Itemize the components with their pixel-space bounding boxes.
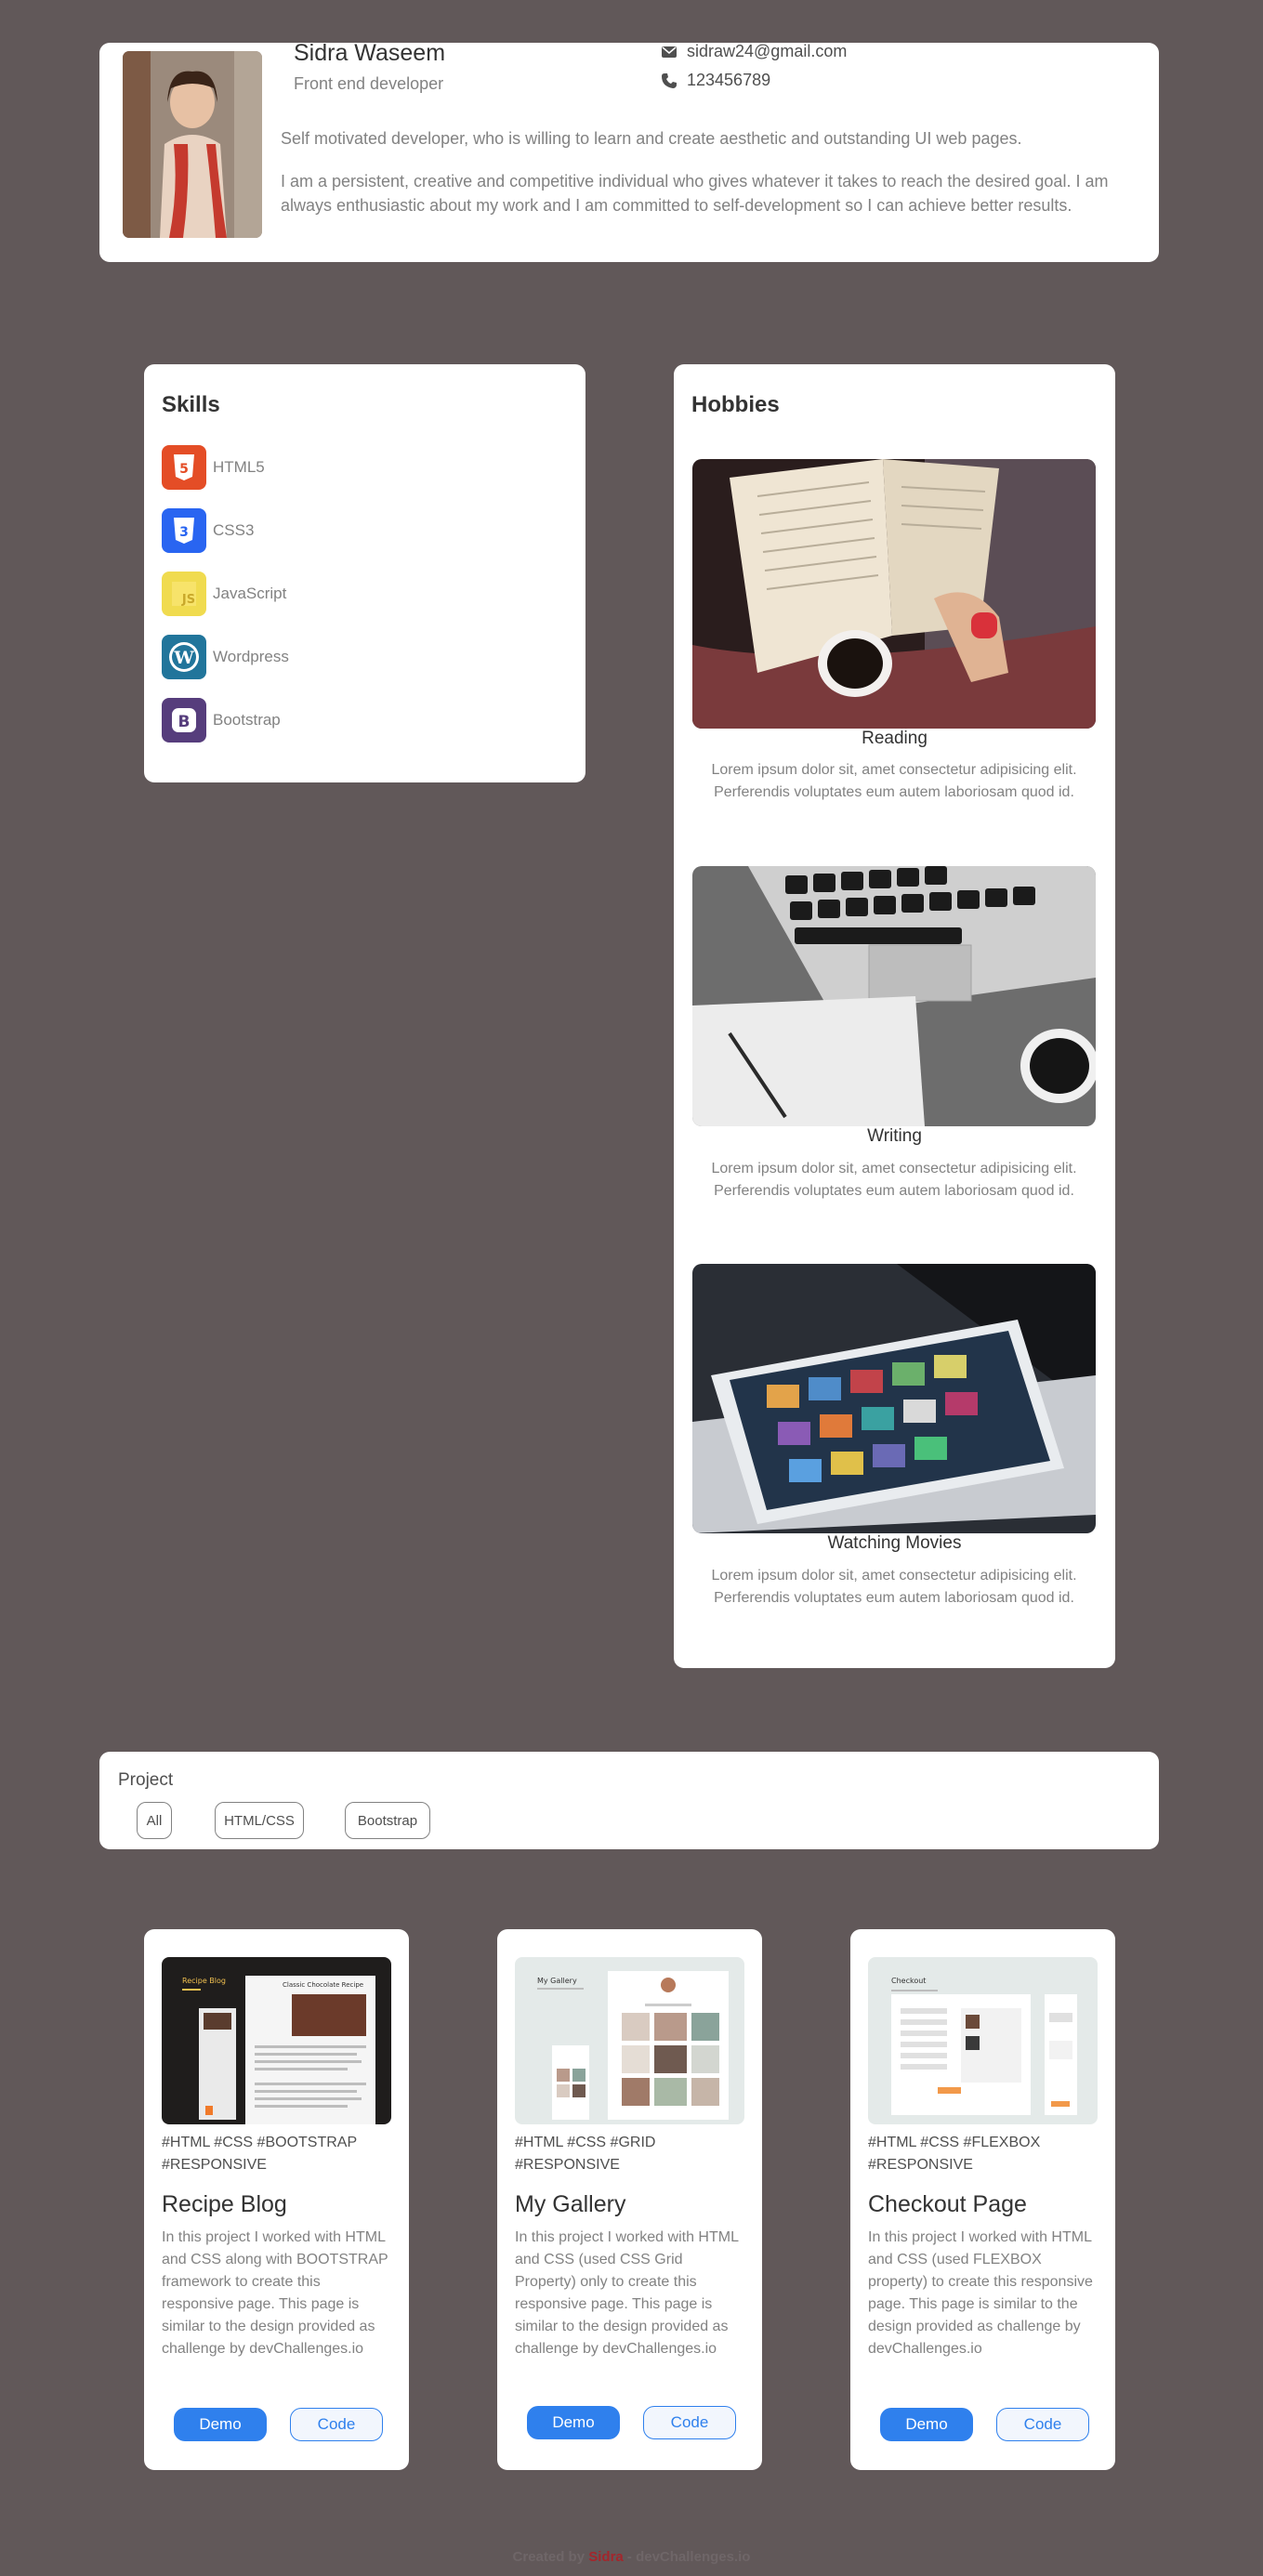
- project-title: My Gallery: [515, 2191, 626, 2217]
- html5-icon: 5: [162, 445, 206, 490]
- bootstrap-icon: B: [162, 698, 206, 743]
- svg-text:3: 3: [179, 525, 189, 540]
- project-title: Recipe Blog: [162, 2191, 287, 2217]
- skills-title: Skills: [162, 392, 220, 417]
- skill-css3: 3 CSS3: [162, 508, 254, 553]
- javascript-icon: JS: [162, 572, 206, 616]
- code-button[interactable]: Code: [290, 2408, 383, 2441]
- project-tags: #HTML #CSS #FLEXBOX #RESPONSIVE: [868, 2135, 1041, 2173]
- project-filter-card: Project All HTML/CSS Bootstrap: [99, 1752, 1159, 1849]
- skill-label: CSS3: [213, 521, 255, 539]
- skill-label: Wordpress: [213, 648, 289, 665]
- svg-text:B: B: [178, 713, 191, 731]
- project-tags: #HTML #CSS #BOOTSTRAP #RESPONSIVE: [162, 2135, 357, 2173]
- hobby-text-writing: Lorem ipsum dolor sit, amet consectetur …: [711, 1161, 1077, 1199]
- skills-card: Skills 5 HTML5 3 CSS3 JS JavaScript W Wo…: [144, 364, 585, 782]
- project-description: In this project I worked with HTML and C…: [515, 2229, 739, 2357]
- demo-button[interactable]: Demo: [880, 2408, 973, 2441]
- hobbies-card: Hobbies Reading Lorem ipsum dolor sit, a…: [674, 364, 1115, 1668]
- svg-text:JS: JS: [181, 593, 195, 607]
- filter-bootstrap-button[interactable]: Bootstrap: [345, 1802, 430, 1839]
- writing-image: [692, 866, 1096, 1126]
- my-gallery-thumbnail: My Gallery: [515, 1957, 744, 2124]
- hobby-text-reading: Lorem ipsum dolor sit, amet consectetur …: [711, 762, 1077, 800]
- hobby-title-watching-movies: Watching Movies: [827, 1533, 962, 1553]
- code-button[interactable]: Code: [643, 2406, 736, 2439]
- phone-text: 123456789: [687, 71, 771, 89]
- checkout-page-thumbnail: Checkout: [868, 1957, 1098, 2124]
- profile-role: Front end developer: [294, 74, 444, 93]
- project-title: Checkout Page: [868, 2191, 1027, 2217]
- filter-all-button[interactable]: All: [137, 1802, 172, 1839]
- wordpress-icon: W: [162, 635, 206, 679]
- filter-html-css-button[interactable]: HTML/CSS: [215, 1802, 304, 1839]
- envelope-icon: [662, 46, 677, 58]
- email-text: sidraw24@gmail.com: [687, 42, 848, 60]
- hobby-text-watching-movies: Lorem ipsum dolor sit, amet consectetur …: [711, 1568, 1077, 1606]
- watching-movies-image: [692, 1264, 1096, 1533]
- project-tags: #HTML #CSS #GRID #RESPONSIVE: [515, 2135, 656, 2173]
- project-card-checkout-page: Checkout #HTML #CSS #FLEXBOX #RESPONSIVE…: [850, 1929, 1115, 2470]
- css3-icon: 3: [162, 508, 206, 553]
- thumb-recipe-heading: Recipe Blog: [182, 1977, 226, 1985]
- demo-button[interactable]: Demo: [174, 2408, 267, 2441]
- svg-text:W: W: [173, 648, 194, 668]
- skill-html5: 5 HTML5: [162, 445, 265, 490]
- skill-label: JavaScript: [213, 585, 287, 602]
- demo-button[interactable]: Demo: [527, 2406, 620, 2439]
- recipe-blog-thumbnail: Recipe Blog Classic Chocolate Recipe: [162, 1957, 391, 2124]
- email-contact[interactable]: sidraw24@gmail.com: [661, 42, 847, 61]
- hobby-title-reading: Reading: [862, 729, 928, 748]
- phone-icon: [662, 72, 677, 88]
- avatar: [123, 51, 262, 238]
- profile-bio-long: I am a persistent, creative and competit…: [281, 172, 1109, 215]
- profile-name: Sidra Waseem: [294, 40, 446, 66]
- footer-suffix: - devChallenges.io: [626, 2549, 751, 2565]
- project-description: In this project I worked with HTML and C…: [868, 2229, 1093, 2357]
- svg-text:5: 5: [179, 462, 189, 477]
- phone-contact[interactable]: 123456789: [661, 71, 770, 90]
- profile-card: Sidra Waseem Front end developer sidraw2…: [99, 40, 1159, 262]
- reading-image: [692, 459, 1096, 729]
- project-description: In this project I worked with HTML and C…: [162, 2229, 388, 2357]
- skill-bootstrap: B Bootstrap: [162, 698, 281, 743]
- hobbies-title: Hobbies: [691, 392, 780, 417]
- thumb-recipe-article: Classic Chocolate Recipe: [283, 1981, 363, 1989]
- skill-javascript: JS JavaScript: [162, 572, 286, 616]
- code-button[interactable]: Code: [996, 2408, 1089, 2441]
- skill-label: Bootstrap: [213, 711, 281, 729]
- hobby-title-writing: Writing: [867, 1126, 922, 1146]
- footer: Created by Sidra - devChallenges.io: [0, 2549, 1263, 2565]
- skill-label: HTML5: [213, 458, 265, 476]
- project-filter-label: Project: [118, 1770, 174, 1790]
- skill-wordpress: W Wordpress: [162, 635, 289, 679]
- footer-author-link[interactable]: Sidra: [588, 2549, 624, 2565]
- thumb-checkout-heading: Checkout: [891, 1977, 926, 1985]
- thumb-gallery-heading: My Gallery: [537, 1977, 577, 1985]
- footer-prefix: Created by: [512, 2549, 585, 2565]
- profile-bio-short: Self motivated developer, who is willing…: [281, 129, 1022, 148]
- project-card-recipe-blog: Recipe Blog Classic Chocolate Recipe #HT…: [144, 1929, 409, 2470]
- project-card-my-gallery: My Gallery #HTML #CSS #GRID #RESPONSIVE …: [497, 1929, 762, 2470]
